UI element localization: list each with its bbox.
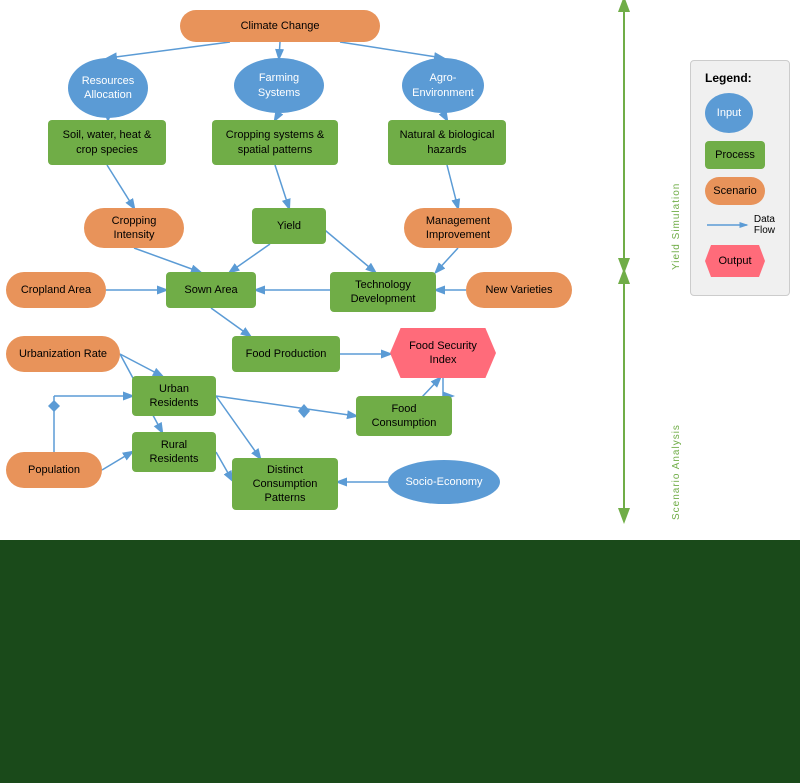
diagram-area: Climate Change Resources Allocation Farm… — [0, 0, 800, 540]
node-food-production: Food Production — [232, 336, 340, 372]
node-rural-residents: Rural Residents — [132, 432, 216, 472]
legend-scenario-box: Scenario — [705, 177, 765, 205]
node-food-consumption: Food Consumption — [356, 396, 452, 436]
node-resources-allocation: Resources Allocation — [68, 58, 148, 118]
legend-title: Legend: — [705, 71, 775, 85]
node-cropland-area: Cropland Area — [6, 272, 106, 308]
node-soil-water: Soil, water, heat & crop species — [48, 120, 166, 165]
yield-simulation-label: Yield Simulation — [671, 60, 682, 270]
node-technology-development: Technology Development — [330, 272, 436, 312]
node-natural-hazards: Natural & biological hazards — [388, 120, 506, 165]
node-urbanization-rate: Urbanization Rate — [6, 336, 120, 372]
node-food-security-index: Food Security Index — [390, 328, 496, 378]
legend-input-box: Input — [705, 93, 753, 133]
legend-process-box: Process — [705, 141, 765, 169]
node-farming-systems: Farming Systems — [234, 58, 324, 113]
node-sown-area: Sown Area — [166, 272, 256, 308]
node-cropping-intensity: Cropping Intensity — [84, 208, 184, 248]
bottom-area — [0, 540, 800, 783]
node-urban-residents: Urban Residents — [132, 376, 216, 416]
node-climate-change: Climate Change — [180, 10, 380, 42]
node-distinct-consumption: Distinct Consumption Patterns — [232, 458, 338, 510]
legend-item-dataflow: DataFlow — [705, 213, 775, 237]
node-socio-economy: Socio-Economy — [388, 460, 500, 504]
node-new-varieties: New Varieties — [466, 272, 572, 308]
node-agro-environment: Agro- Environment — [402, 58, 484, 113]
legend-dataflow-label: DataFlow — [754, 214, 775, 236]
node-population: Population — [6, 452, 102, 488]
legend-item-output: Output — [705, 245, 775, 277]
scenario-analysis-label: Scenario Analysis — [671, 280, 682, 520]
legend-output-box: Output — [705, 245, 765, 277]
node-cropping-systems: Cropping systems & spatial patterns — [212, 120, 338, 165]
node-yield: Yield — [252, 208, 326, 244]
legend-item-scenario: Scenario — [705, 177, 775, 205]
node-management-improvement: Management Improvement — [404, 208, 512, 248]
legend-item-process: Process — [705, 141, 775, 169]
legend: Legend: Input Process Scenario DataFlow … — [690, 60, 790, 296]
legend-item-input: Input — [705, 93, 775, 133]
